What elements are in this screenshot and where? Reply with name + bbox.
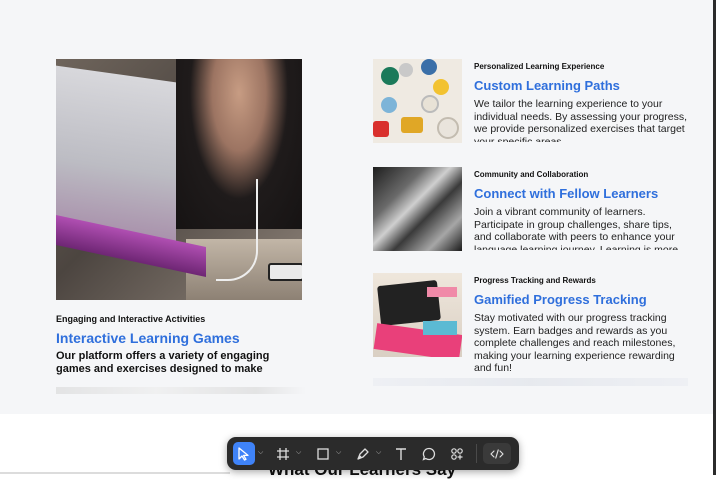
cursor-arrow-icon [238, 446, 249, 461]
board-game-pieces-photo [373, 59, 462, 143]
pen-tool-chevron-down-icon[interactable]: ⌵ [376, 445, 384, 461]
toolbar-divider [476, 444, 477, 463]
feature-description: We tailor the learning experience to you… [474, 98, 688, 142]
frame-hash-icon [277, 447, 289, 460]
photo-earphone-cable [216, 179, 258, 281]
shape-tool[interactable] [313, 442, 333, 465]
photo-phone [268, 263, 302, 281]
design-toolbar: ⌵ ⌵ ⌵ ⌵ [227, 437, 519, 470]
main-feature-description: Our platform offers a variety of engagin… [56, 350, 270, 375]
shape-tool-chevron-down-icon[interactable]: ⌵ [336, 445, 344, 461]
feature-text: Personalized Learning Experience Custom … [474, 59, 689, 153]
rectangle-icon [317, 447, 329, 460]
main-feature-overflow-text [56, 387, 306, 394]
feature-title: Connect with Fellow Learners [474, 186, 659, 201]
bottom-divider [0, 472, 230, 474]
feature-eyebrow: Community and Collaboration [474, 170, 589, 179]
feature-title: Gamified Progress Tracking [474, 292, 647, 307]
components-tool[interactable] [446, 442, 468, 465]
frame-tool-chevron-down-icon[interactable]: ⌵ [296, 445, 304, 461]
text-icon [396, 447, 406, 460]
feature-title: Custom Learning Paths [474, 78, 620, 93]
dev-mode-code-icon [490, 448, 504, 459]
pen-icon [357, 447, 369, 460]
feature-description: Join a vibrant community of learners. Pa… [474, 206, 679, 250]
comment-tool[interactable] [419, 442, 439, 465]
feature-eyebrow: Personalized Learning Experience [474, 62, 605, 71]
faded-overflow-text [373, 378, 688, 386]
learner-laptop-photo [56, 59, 302, 300]
tablet-with-notes-photo [373, 273, 462, 357]
glass-pattern-photo [373, 167, 462, 251]
components-icon [451, 447, 463, 460]
frame-tool[interactable] [273, 442, 293, 465]
dev-mode-toggle[interactable] [483, 443, 511, 464]
main-feature-eyebrow: Engaging and Interactive Activities [56, 314, 206, 324]
pen-tool[interactable] [353, 442, 373, 465]
feature-text: Progress Tracking and Rewards Gamified P… [474, 273, 689, 387]
feature-text: Community and Collaboration Connect with… [474, 167, 689, 261]
text-tool[interactable] [391, 442, 411, 465]
main-feature-card: Engaging and Interactive Activities Inte… [56, 59, 306, 394]
feature-description: Stay motivated with our progress trackin… [474, 312, 676, 374]
move-tool-chevron-down-icon[interactable]: ⌵ [258, 445, 266, 461]
comment-bubble-icon [422, 447, 436, 461]
move-tool[interactable] [233, 442, 255, 465]
feature-eyebrow: Progress Tracking and Rewards [474, 276, 596, 285]
features-section: Engaging and Interactive Activities Inte… [0, 0, 713, 414]
main-feature-title: Interactive Learning Games [56, 330, 240, 346]
